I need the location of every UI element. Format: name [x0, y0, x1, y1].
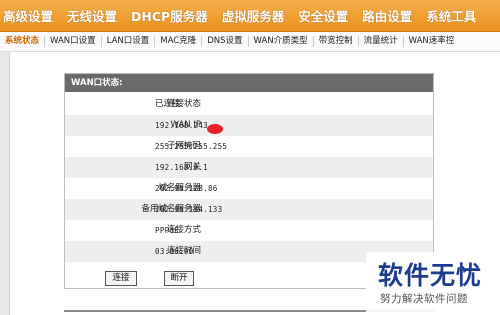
status-row: 子网掩码 255.255.255.255 — [65, 136, 433, 157]
menu-advanced-settings[interactable]: 高级设置 — [0, 6, 60, 25]
disconnect-button[interactable]: 断开 — [164, 271, 194, 286]
menu-virtual-server[interactable]: 虚拟服务器 — [215, 6, 292, 25]
tab-wan-rate-control[interactable]: WAN速率控 — [404, 36, 460, 47]
menu-route-settings[interactable]: 路由设置 — [355, 6, 419, 25]
status-row: 连接状态 已连接 — [65, 94, 433, 115]
connect-button[interactable]: 连接 — [105, 271, 137, 286]
row-value: 202.96.128.86 — [155, 184, 218, 193]
tab-dns-settings[interactable]: DNS设置 — [202, 36, 249, 47]
tab-lan-settings[interactable]: LAN口设置 — [102, 36, 156, 47]
row-value: 192.168.243. — [155, 121, 213, 130]
menu-dhcp-server[interactable]: DHCP服务器 — [124, 6, 215, 25]
watermark-title: 软件无忧 — [378, 261, 483, 290]
menu-security-settings[interactable]: 安全设置 — [291, 6, 355, 25]
status-row: 域名服务器 202.96.128.86 — [65, 178, 433, 199]
sub-menu-bar: 系统状态 WAN口设置 LAN口设置 MAC克隆 DNS设置 WAN介质类型 带… — [0, 32, 500, 52]
left-sidebar — [0, 52, 10, 315]
status-row: 网关 192.168.0.1 — [65, 157, 433, 178]
row-value: 202.96.134.133 — [155, 205, 223, 214]
tab-system-status[interactable]: 系统状态 — [0, 36, 46, 47]
status-row: WAN IP 192.168.243. — [65, 115, 433, 136]
tab-wan-settings[interactable]: WAN口设置 — [45, 36, 102, 47]
panel-title: WAN口状态: — [65, 74, 433, 92]
status-row: 备用域名服务器 202.96.134.133 — [65, 199, 433, 220]
row-value: PPPoE — [155, 226, 180, 235]
top-menu-bar: 高级设置 无线设置 DHCP服务器 虚拟服务器 安全设置 路由设置 系统工具 — [0, 0, 500, 32]
watermark-subtitle: 努力解决软件问题 — [380, 293, 468, 305]
tab-wan-media-type[interactable]: WAN介质类型 — [249, 36, 314, 47]
ip-redaction-mark — [207, 124, 223, 134]
tab-traffic-stats[interactable]: 流量统计 — [359, 36, 404, 47]
row-value: 03:06:00 — [155, 247, 194, 256]
menu-wireless-settings[interactable]: 无线设置 — [60, 6, 124, 25]
row-value: 已连接 — [155, 99, 181, 109]
row-value: 192.168.0.1 — [155, 163, 208, 172]
status-row: 连接方式 PPPoE — [65, 220, 433, 241]
tab-bandwidth-control[interactable]: 带宽控制 — [314, 36, 359, 47]
menu-system-tools[interactable]: 系统工具 — [419, 6, 483, 25]
tab-mac-clone[interactable]: MAC克隆 — [155, 36, 203, 47]
row-value: 255.255.255.255 — [155, 142, 228, 151]
